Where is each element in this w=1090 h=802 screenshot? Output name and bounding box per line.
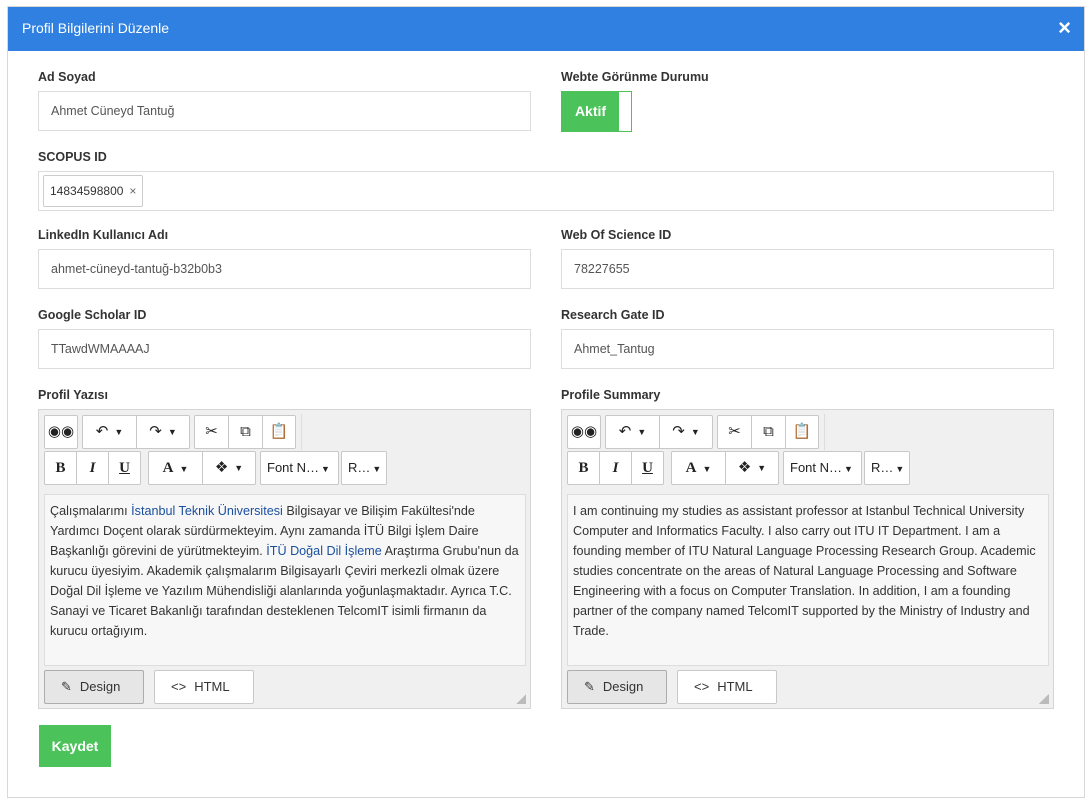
italic-button[interactable]: I — [77, 452, 109, 484]
visibility-state: Aktif — [562, 92, 619, 131]
font-name-value: Font N… ▼ — [267, 460, 330, 475]
scopus-tag-value: 14834598800 — [50, 184, 124, 198]
binoculars-icon[interactable]: ◉◉ — [45, 416, 77, 448]
design-label: Design — [79, 679, 121, 694]
font-size-text: R… — [348, 460, 371, 475]
font-size-text: R… — [871, 460, 894, 475]
font-size-select[interactable]: R… ▼ — [864, 451, 910, 485]
font-name-text: Font N… — [267, 460, 320, 475]
itu-link[interactable]: İstanbul Teknik Üniversitesi — [131, 504, 283, 518]
profile-summary-label: Profile Summary — [561, 388, 661, 402]
underline-button[interactable]: U — [109, 452, 140, 484]
copy-icon[interactable]: ⧉ — [229, 416, 263, 448]
code-icon: <> — [694, 679, 710, 694]
font-size-value: R… ▼ — [871, 460, 905, 475]
bold-button[interactable]: B — [45, 452, 77, 484]
underline-button[interactable]: U — [632, 452, 663, 484]
scopus-label: SCOPUS ID — [38, 150, 107, 164]
visibility-label: Webte Görünme Durumu — [561, 70, 709, 84]
undo-icon[interactable]: ↶ ▼ — [83, 416, 137, 448]
profile-text-content[interactable]: Çalışmalarımı İstanbul Teknik Üniversite… — [44, 494, 526, 666]
save-button[interactable]: Kaydet — [39, 725, 111, 767]
code-icon: <> — [171, 679, 187, 694]
wos-label: Web Of Science ID — [561, 228, 672, 242]
design-mode-button[interactable]: ✎ Design — [567, 670, 667, 704]
remove-tag-icon[interactable]: × — [129, 184, 136, 198]
font-name-value: Font N… ▼ — [790, 460, 853, 475]
name-label: Ad Soyad — [38, 70, 96, 84]
html-label: HTML — [194, 679, 230, 694]
scholar-input[interactable]: TTawdWMAAAAJ — [38, 329, 531, 369]
html-mode-button[interactable]: <> HTML — [154, 670, 254, 704]
clipboard-group: ✂ ⧉ 📋 — [717, 415, 819, 449]
undo-redo-group: ↶ ▼ ↷ ▼ — [82, 415, 190, 449]
html-mode-button[interactable]: <> HTML — [677, 670, 777, 704]
text-part: Araştırma Grubu'nun da kurucu üyesiyim. … — [50, 544, 519, 638]
researchgate-label: Research Gate ID — [561, 308, 665, 322]
undo-icon[interactable]: ↶ ▼ — [606, 416, 660, 448]
find-group: ◉◉ — [44, 415, 78, 449]
profile-text-label: Profil Yazısı — [38, 388, 108, 402]
paste-icon[interactable]: 📋 — [786, 416, 818, 448]
profile-summary-editor: ◉◉ ↶ ▼ ↷ ▼ ✂ ⧉ 📋 B I U A ▼ ❖ ▼ Font N… ▼ R… ▼ … — [561, 409, 1054, 709]
html-label: HTML — [717, 679, 753, 694]
design-mode-button[interactable]: ✎ Design — [44, 670, 144, 704]
edit-profile-modal: Profil Bilgilerini Düzenle × Ad Soyad Ah… — [7, 6, 1085, 798]
text-part: Çalışmalarımı — [50, 504, 132, 518]
redo-icon[interactable]: ↷ ▼ — [137, 416, 189, 448]
scholar-label: Google Scholar ID — [38, 308, 147, 322]
copy-icon[interactable]: ⧉ — [752, 416, 786, 448]
name-input[interactable]: Ahmet Cüneyd Tantuğ — [38, 91, 531, 131]
font-size-select[interactable]: R… ▼ — [341, 451, 387, 485]
font-name-select[interactable]: Font N… ▼ — [783, 451, 862, 485]
profile-text-editor: ◉◉ ↶ ▼ ↷ ▼ ✂ ⧉ 📋 B I U A ▼ ❖ ▼ Font N… ▼ R… ▼ … — [38, 409, 531, 709]
undo-redo-group: ↶ ▼ ↷ ▼ — [605, 415, 713, 449]
modal-header: Profil Bilgilerini Düzenle × — [8, 7, 1084, 51]
scopus-tag-input[interactable]: 14834598800 × — [38, 171, 1054, 211]
cut-icon[interactable]: ✂ — [718, 416, 752, 448]
binoculars-icon[interactable]: ◉◉ — [568, 416, 600, 448]
font-color-label: A — [162, 460, 174, 476]
design-label: Design — [602, 679, 644, 694]
modal-title: Profil Bilgilerini Düzenle — [22, 20, 170, 36]
resize-handle[interactable] — [516, 694, 526, 704]
color-group: A ▼ ❖ ▼ — [148, 451, 256, 485]
italic-button[interactable]: I — [600, 452, 632, 484]
profile-summary-content[interactable]: I am continuing my studies as assistant … — [567, 494, 1049, 666]
highlight-icon[interactable]: ❖ ▼ — [203, 452, 255, 484]
paste-icon[interactable]: 📋 — [263, 416, 295, 448]
highlight-icon[interactable]: ❖ ▼ — [726, 452, 778, 484]
format-group: B I U — [44, 451, 141, 485]
researchgate-input[interactable]: Ahmet_Tantug — [561, 329, 1054, 369]
find-group: ◉◉ — [567, 415, 601, 449]
close-icon[interactable]: × — [1058, 16, 1071, 40]
visibility-toggle[interactable]: Aktif — [561, 91, 632, 132]
redo-icon[interactable]: ↷ ▼ — [660, 416, 712, 448]
clipboard-group: ✂ ⧉ 📋 — [194, 415, 296, 449]
resize-handle[interactable] — [1039, 694, 1049, 704]
font-color-button[interactable]: A ▼ — [149, 452, 203, 484]
pencil-icon: ✎ — [61, 679, 72, 694]
linkedin-input[interactable]: ahmet-cüneyd-tantuğ-b32b0b3 — [38, 249, 531, 289]
pencil-icon: ✎ — [584, 679, 595, 694]
font-name-select[interactable]: Font N… ▼ — [260, 451, 339, 485]
linkedin-label: LinkedIn Kullanıcı Adı — [38, 228, 169, 242]
format-group: B I U — [567, 451, 664, 485]
nlp-group-link[interactable]: İTÜ Doğal Dil İşleme — [266, 544, 381, 558]
cut-icon[interactable]: ✂ — [195, 416, 229, 448]
color-group: A ▼ ❖ ▼ — [671, 451, 779, 485]
font-name-text: Font N… — [790, 460, 843, 475]
font-color-label: A — [685, 460, 697, 476]
scopus-tag: 14834598800 × — [43, 175, 144, 207]
wos-input[interactable]: 78227655 — [561, 249, 1054, 289]
font-size-value: R… ▼ — [348, 460, 382, 475]
font-color-button[interactable]: A ▼ — [672, 452, 726, 484]
bold-button[interactable]: B — [568, 452, 600, 484]
